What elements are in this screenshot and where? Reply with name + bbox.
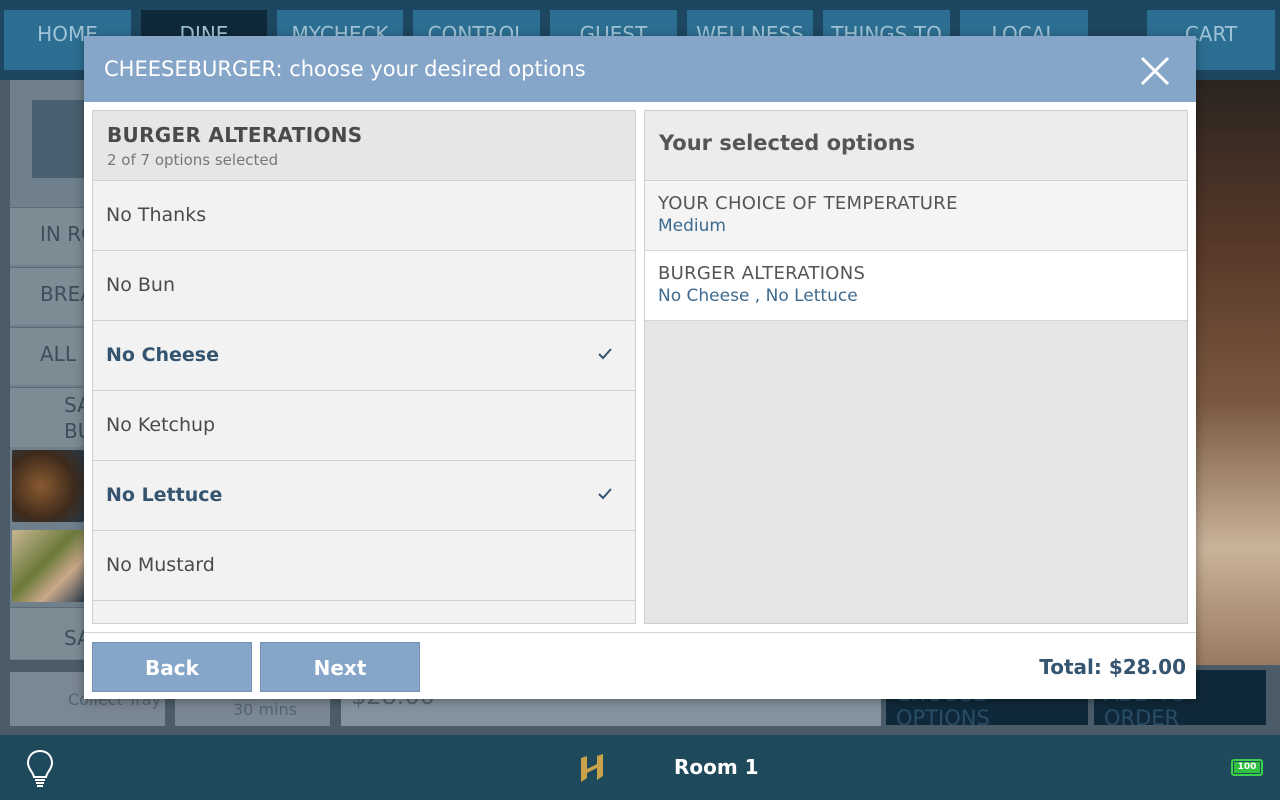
sandwich-thumbnail[interactable] bbox=[12, 530, 84, 602]
order-total: Total: $28.00 bbox=[1039, 655, 1186, 679]
selected-group-value: No Cheese , No Lettuce bbox=[658, 286, 858, 306]
burger-thumbnail[interactable] bbox=[12, 450, 84, 522]
selected-options-title: Your selected options bbox=[645, 111, 1187, 181]
option-no-ketchup[interactable]: No Ketchup bbox=[93, 391, 635, 461]
checkmark-icon bbox=[598, 348, 612, 360]
dish-photo bbox=[1196, 80, 1280, 665]
selected-group-name: YOUR CHOICE OF TEMPERATURE bbox=[658, 193, 958, 214]
selected-group-name: BURGER ALTERATIONS bbox=[658, 263, 866, 284]
hotel-logo-icon bbox=[581, 754, 603, 782]
checkmark-icon bbox=[598, 488, 612, 500]
category-header-block bbox=[32, 100, 92, 178]
options-modal: CHEESEBURGER: choose your desired option… bbox=[84, 36, 1196, 699]
option-no-lettuce[interactable]: No Lettuce bbox=[93, 461, 635, 531]
option-no-mustard[interactable]: No Mustard bbox=[93, 531, 635, 601]
options-selected-count: 2 of 7 options selected bbox=[107, 151, 279, 169]
option-no-bun[interactable]: No Bun bbox=[93, 251, 635, 321]
option-label: No Mustard bbox=[106, 554, 215, 576]
battery-icon: 100 bbox=[1231, 759, 1263, 776]
back-button[interactable]: Back bbox=[92, 642, 252, 692]
option-next-partial[interactable] bbox=[93, 601, 635, 623]
option-label: No Thanks bbox=[106, 204, 207, 226]
option-no-thanks[interactable]: No Thanks bbox=[93, 181, 635, 251]
options-list-panel: BURGER ALTERATIONS 2 of 7 options select… bbox=[92, 110, 636, 624]
option-label: No Cheese bbox=[106, 344, 220, 366]
options-group-title: BURGER ALTERATIONS bbox=[107, 123, 363, 147]
next-button[interactable]: Next bbox=[260, 642, 420, 692]
status-bar bbox=[0, 735, 1280, 800]
close-icon[interactable] bbox=[1138, 54, 1172, 88]
options-group-header: BURGER ALTERATIONS 2 of 7 options select… bbox=[93, 111, 635, 181]
modal-title: CHEESEBURGER: choose your desired option… bbox=[104, 57, 586, 81]
battery-level: 100 bbox=[1234, 762, 1260, 773]
modal-header: CHEESEBURGER: choose your desired option… bbox=[84, 36, 1196, 102]
option-label: No Ketchup bbox=[106, 414, 216, 436]
selected-group-temperature: YOUR CHOICE OF TEMPERATURE Medium bbox=[645, 181, 1187, 251]
modal-footer: Back Next Total: $28.00 bbox=[84, 632, 1196, 699]
lightbulb-icon[interactable] bbox=[26, 749, 54, 789]
selected-group-alterations: BURGER ALTERATIONS No Cheese , No Lettuc… bbox=[645, 251, 1187, 321]
room-label: Room 1 bbox=[674, 755, 759, 779]
option-label: No Lettuce bbox=[106, 484, 223, 506]
option-no-cheese[interactable]: No Cheese bbox=[93, 321, 635, 391]
selected-group-value: Medium bbox=[658, 216, 726, 236]
selected-options-panel: Your selected options YOUR CHOICE OF TEM… bbox=[644, 110, 1188, 624]
option-label: No Bun bbox=[106, 274, 175, 296]
